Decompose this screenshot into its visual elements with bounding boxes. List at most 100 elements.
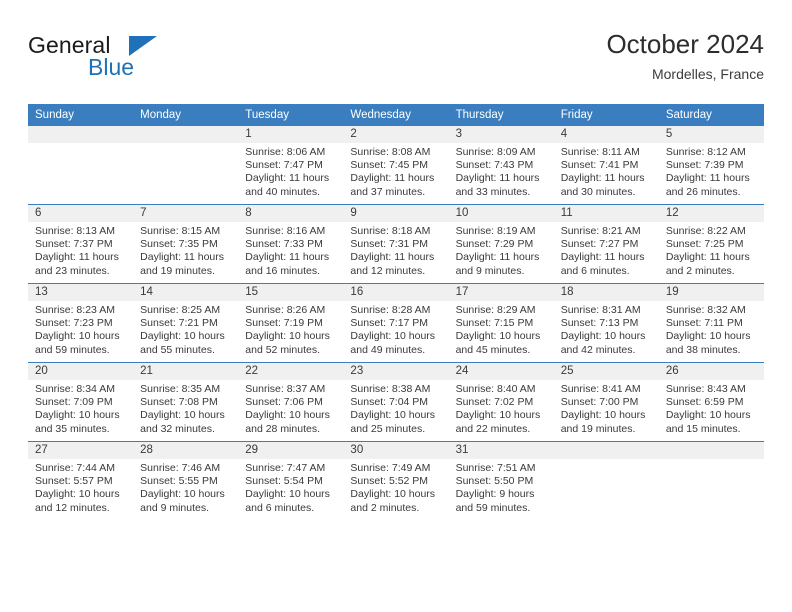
day-sun-info: Sunrise: 8:40 AM Sunset: 7:02 PM Daylight:… <box>449 380 554 436</box>
calendar-day-cell[interactable]: 13 Sunrise: 8:23 AM Sunset: 7:23 PM Dayligh… <box>28 283 134 363</box>
day-info-daylight-line2: and 6 minutes. <box>245 501 315 514</box>
calendar-day-cell[interactable]: 22 Sunrise: 8:37 AM Sunset: 7:06 PM Dayligh… <box>238 362 344 442</box>
calendar-day-cell-empty <box>553 441 659 520</box>
calendar-day-cell[interactable]: 27 Sunrise: 7:44 AM Sunset: 5:57 PM Dayligh… <box>28 441 134 520</box>
calendar-day-cell[interactable]: 5 Sunrise: 8:12 AM Sunset: 7:39 PM Daylight… <box>658 126 764 205</box>
day-info-sunset: Sunset: 5:54 PM <box>245 475 323 488</box>
day-sun-info: Sunrise: 8:32 AM Sunset: 7:11 PM Daylight:… <box>659 301 764 357</box>
calendar-day-cell[interactable]: 15 Sunrise: 8:26 AM Sunset: 7:19 PM Dayligh… <box>238 283 344 363</box>
day-number: 19 <box>658 284 764 301</box>
day-info-sunrise: Sunrise: 8:38 AM <box>350 383 431 395</box>
calendar-day-cell[interactable]: 24 Sunrise: 8:40 AM Sunset: 7:02 PM Dayligh… <box>448 362 554 442</box>
day-box: 20 Sunrise: 8:34 AM Sunset: 7:09 PM Dayligh… <box>28 363 134 441</box>
day-info-daylight-line2: and 30 minutes. <box>560 185 636 198</box>
day-info-daylight-line1: Daylight: 11 hours <box>560 172 645 185</box>
day-info-sunset: Sunset: 7:31 PM <box>350 238 429 251</box>
day-info-sunset: Sunset: 7:19 PM <box>245 317 323 330</box>
day-info-sunset: Sunset: 7:23 PM <box>35 317 113 330</box>
day-info-sunrise: Sunrise: 8:22 AM <box>665 225 746 237</box>
calendar-day-cell[interactable]: 28 Sunrise: 7:46 AM Sunset: 5:55 PM Dayligh… <box>133 441 239 520</box>
day-number: 13 <box>28 284 134 301</box>
day-info-sunset: Sunset: 7:17 PM <box>350 317 429 330</box>
day-info-daylight-line1: Daylight: 11 hours <box>140 251 224 264</box>
calendar-day-cell[interactable]: 17 Sunrise: 8:29 AM Sunset: 7:15 PM Dayligh… <box>448 283 554 363</box>
calendar-day-cell[interactable]: 3 Sunrise: 8:09 AM Sunset: 7:43 PM Daylight… <box>448 126 554 205</box>
day-box: 27 Sunrise: 7:44 AM Sunset: 5:57 PM Dayligh… <box>28 442 134 520</box>
day-number <box>28 126 134 143</box>
day-number: 29 <box>238 442 344 459</box>
day-info-daylight-line1: Daylight: 10 hours <box>35 488 120 501</box>
day-number: 28 <box>133 442 239 459</box>
day-sun-info: Sunrise: 8:28 AM Sunset: 7:17 PM Daylight:… <box>343 301 448 357</box>
calendar-day-cell[interactable]: 23 Sunrise: 8:38 AM Sunset: 7:04 PM Dayligh… <box>343 362 449 442</box>
day-sun-info: Sunrise: 7:46 AM Sunset: 5:55 PM Daylight:… <box>133 459 238 515</box>
calendar-day-cell[interactable]: 8 Sunrise: 8:16 AM Sunset: 7:33 PM Daylight… <box>238 204 344 284</box>
calendar-day-cell[interactable]: 7 Sunrise: 8:15 AM Sunset: 7:35 PM Daylight… <box>133 204 239 284</box>
day-info-sunset: Sunset: 7:45 PM <box>350 159 429 172</box>
day-box: 29 Sunrise: 7:47 AM Sunset: 5:54 PM Dayligh… <box>238 442 344 520</box>
calendar-day-cell-empty <box>658 441 764 520</box>
day-sun-info: Sunrise: 8:06 AM Sunset: 7:47 PM Daylight:… <box>238 143 343 199</box>
day-info-sunrise: Sunrise: 8:32 AM <box>665 304 746 316</box>
day-sun-info: Sunrise: 8:08 AM Sunset: 7:45 PM Daylight:… <box>343 143 448 199</box>
calendar-day-cell[interactable]: 18 Sunrise: 8:31 AM Sunset: 7:13 PM Dayligh… <box>553 283 659 363</box>
calendar-day-cell[interactable]: 10 Sunrise: 8:19 AM Sunset: 7:29 PM Dayligh… <box>448 204 554 284</box>
day-sun-info: Sunrise: 8:35 AM Sunset: 7:08 PM Daylight:… <box>133 380 238 436</box>
day-info-sunrise: Sunrise: 8:08 AM <box>350 146 431 158</box>
calendar-day-cell[interactable]: 2 Sunrise: 8:08 AM Sunset: 7:45 PM Daylight… <box>343 126 449 205</box>
calendar-day-cell[interactable]: 19 Sunrise: 8:32 AM Sunset: 7:11 PM Dayligh… <box>658 283 764 363</box>
calendar-day-cell[interactable]: 4 Sunrise: 8:11 AM Sunset: 7:41 PM Daylight… <box>553 126 659 205</box>
day-info-sunset: Sunset: 5:55 PM <box>140 475 218 488</box>
day-sun-info: Sunrise: 8:13 AM Sunset: 7:37 PM Daylight:… <box>28 222 133 278</box>
day-box: 11 Sunrise: 8:21 AM Sunset: 7:27 PM Dayligh… <box>553 205 659 283</box>
calendar-day-cell[interactable]: 20 Sunrise: 8:34 AM Sunset: 7:09 PM Dayligh… <box>28 362 134 442</box>
day-box: 5 Sunrise: 8:12 AM Sunset: 7:39 PM Daylight… <box>658 126 764 204</box>
calendar-week-row: 13 Sunrise: 8:23 AM Sunset: 7:23 PM Dayligh… <box>28 283 764 363</box>
day-box: 14 Sunrise: 8:25 AM Sunset: 7:21 PM Dayligh… <box>133 284 239 362</box>
calendar-day-cell[interactable]: 21 Sunrise: 8:35 AM Sunset: 7:08 PM Dayligh… <box>133 362 239 442</box>
calendar-day-cell[interactable]: 11 Sunrise: 8:21 AM Sunset: 7:27 PM Dayligh… <box>553 204 659 284</box>
day-info-sunrise: Sunrise: 8:18 AM <box>350 225 431 237</box>
day-info-daylight-line1: Daylight: 11 hours <box>455 251 540 264</box>
day-info-sunrise: Sunrise: 8:29 AM <box>455 304 536 316</box>
day-info-daylight-line1: Daylight: 11 hours <box>35 251 119 264</box>
day-info-daylight-line1: Daylight: 11 hours <box>455 172 540 185</box>
calendar-day-cell[interactable]: 30 Sunrise: 7:49 AM Sunset: 5:52 PM Dayligh… <box>343 441 449 520</box>
day-info-sunset: Sunset: 7:06 PM <box>245 396 323 409</box>
calendar-day-cell[interactable]: 6 Sunrise: 8:13 AM Sunset: 7:37 PM Daylight… <box>28 204 134 284</box>
calendar-day-cell[interactable]: 16 Sunrise: 8:28 AM Sunset: 7:17 PM Dayligh… <box>343 283 449 363</box>
location-subtitle: Mordelles, France <box>651 66 764 82</box>
day-info-daylight-line2: and 52 minutes. <box>245 343 320 356</box>
day-info-daylight-line2: and 19 minutes. <box>560 422 636 435</box>
calendar-day-cell[interactable]: 26 Sunrise: 8:43 AM Sunset: 6:59 PM Dayligh… <box>658 362 764 442</box>
day-number: 11 <box>553 205 659 222</box>
calendar-day-cell[interactable]: 31 Sunrise: 7:51 AM Sunset: 5:50 PM Dayligh… <box>448 441 554 520</box>
calendar-day-cell[interactable]: 1 Sunrise: 8:06 AM Sunset: 7:47 PM Daylight… <box>238 126 344 205</box>
day-info-daylight-line1: Daylight: 10 hours <box>35 330 120 343</box>
day-sun-info <box>659 459 764 462</box>
day-info-sunrise: Sunrise: 8:19 AM <box>455 225 536 237</box>
day-info-sunset: Sunset: 5:57 PM <box>35 475 113 488</box>
day-number: 27 <box>28 442 134 459</box>
calendar-day-cell-empty <box>133 126 239 205</box>
calendar-day-cell[interactable]: 9 Sunrise: 8:18 AM Sunset: 7:31 PM Daylight… <box>343 204 449 284</box>
day-info-sunrise: Sunrise: 8:43 AM <box>665 383 746 395</box>
day-info-sunset: Sunset: 7:02 PM <box>455 396 534 409</box>
calendar-day-cell[interactable]: 12 Sunrise: 8:22 AM Sunset: 7:25 PM Dayligh… <box>658 204 764 284</box>
day-box: 9 Sunrise: 8:18 AM Sunset: 7:31 PM Daylight… <box>343 205 449 283</box>
day-box: 3 Sunrise: 8:09 AM Sunset: 7:43 PM Daylight… <box>448 126 554 204</box>
day-box: 8 Sunrise: 8:16 AM Sunset: 7:33 PM Daylight… <box>238 205 344 283</box>
day-sun-info: Sunrise: 8:41 AM Sunset: 7:00 PM Daylight:… <box>554 380 659 436</box>
calendar-week-row: 27 Sunrise: 7:44 AM Sunset: 5:57 PM Dayligh… <box>28 441 764 520</box>
day-info-sunset: Sunset: 7:00 PM <box>560 396 639 409</box>
calendar-day-cell[interactable]: 29 Sunrise: 7:47 AM Sunset: 5:54 PM Dayligh… <box>238 441 344 520</box>
day-box: 12 Sunrise: 8:22 AM Sunset: 7:25 PM Dayligh… <box>658 205 764 283</box>
day-sun-info: Sunrise: 8:18 AM Sunset: 7:31 PM Daylight:… <box>343 222 448 278</box>
day-number: 6 <box>28 205 134 222</box>
day-number: 14 <box>133 284 239 301</box>
calendar-day-cell[interactable]: 25 Sunrise: 8:41 AM Sunset: 7:00 PM Dayligh… <box>553 362 659 442</box>
day-sun-info: Sunrise: 8:29 AM Sunset: 7:15 PM Daylight:… <box>449 301 554 357</box>
day-number: 10 <box>448 205 554 222</box>
day-sun-info: Sunrise: 7:49 AM Sunset: 5:52 PM Daylight:… <box>343 459 448 515</box>
calendar-day-cell[interactable]: 14 Sunrise: 8:25 AM Sunset: 7:21 PM Dayligh… <box>133 283 239 363</box>
